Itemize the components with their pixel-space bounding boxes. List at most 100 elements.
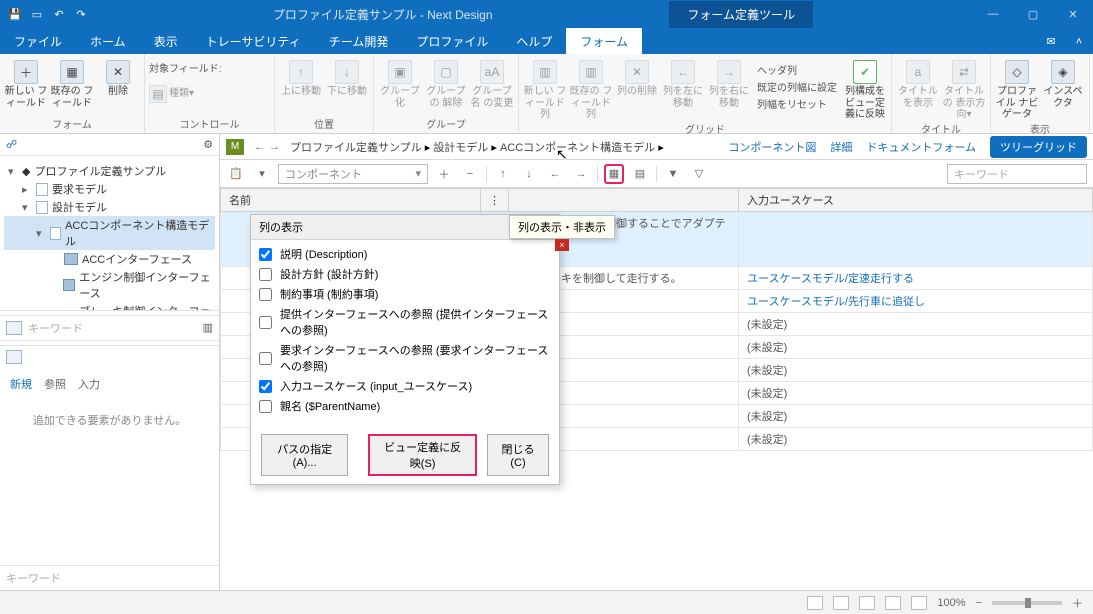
new-icon[interactable]: ▭ <box>28 5 46 23</box>
panel-icon[interactable] <box>6 321 22 335</box>
tree-node[interactable]: ▾設計モデル <box>4 198 215 216</box>
columns-toggle-button[interactable]: ▦ <box>604 164 624 184</box>
close-popup-button[interactable]: 閉じる(C) <box>487 434 549 476</box>
column-toggle-row[interactable]: 入力ユースケース (input_ユースケース) <box>259 376 553 396</box>
tree-node[interactable]: ACCインターフェース <box>4 250 215 268</box>
group-button[interactable]: ▣グループ化 <box>378 60 422 109</box>
crumb-item[interactable]: プロファイル定義サンプル <box>290 142 422 154</box>
reset-width-button[interactable]: 列幅をリセット <box>757 96 837 111</box>
gear-icon[interactable]: ⚙ <box>203 138 213 151</box>
tab-team[interactable]: チーム開発 <box>315 28 403 54</box>
tree-node[interactable]: エンジン制御インターフェース <box>4 268 215 302</box>
back-icon[interactable]: ← <box>545 164 565 184</box>
delete-col-button[interactable]: ✕列の削除 <box>615 60 659 98</box>
title-dir-button[interactable]: ⇄タイトルの 表示方向▾ <box>942 60 986 121</box>
keyword-field[interactable]: キーワード <box>6 570 213 586</box>
tree-node-selected[interactable]: ▾ACCコンポーネント構造モデル <box>4 216 215 250</box>
default-width-button[interactable]: 既定の列幅に設定 <box>757 79 837 94</box>
view-link[interactable]: コンポーネント図 <box>728 139 816 155</box>
col-left-button[interactable]: ←列を左に移動 <box>661 60 705 109</box>
view-mode-icon[interactable] <box>859 596 875 610</box>
tree-grid[interactable]: 名前 ⋮ 入力ユースケース とブレーキを統合制御することでアダプティブ・する。 … <box>220 188 1093 590</box>
redo-icon[interactable]: ↷ <box>72 5 90 23</box>
clipboard-icon[interactable]: 📋 <box>226 164 246 184</box>
chevron-down-icon[interactable]: ▾ <box>252 164 272 184</box>
col-header[interactable]: 入力ユースケース <box>739 189 1093 212</box>
up-icon[interactable]: ↑ <box>493 164 513 184</box>
new-field-button[interactable]: ＋新しい フィールド <box>4 60 48 109</box>
clear-filter-icon[interactable]: ▽ <box>689 164 709 184</box>
link-icon[interactable]: ☍ <box>6 138 17 151</box>
col-options-button[interactable]: ⋮ <box>481 189 509 212</box>
column-toggle-row[interactable]: 制約事項 (制約事項) <box>259 284 553 304</box>
col-header[interactable]: 名前 <box>221 189 481 212</box>
column-toggle-row[interactable]: 提供インターフェースへの参照 (提供インターフェースへの参照) <box>259 304 553 340</box>
move-down-button[interactable]: ↓下に移動 <box>325 60 369 98</box>
maximize-button[interactable]: ▢ <box>1013 0 1053 28</box>
layout-icon[interactable]: ▤ <box>630 164 650 184</box>
apply-to-viewdef-button[interactable]: ✔列構成を ビュー定義に反映 <box>843 60 887 121</box>
tab-home[interactable]: ホーム <box>76 28 140 54</box>
tab-help[interactable]: ヘルプ <box>502 28 566 54</box>
ungroup-button[interactable]: ▢グループの 解除 <box>424 60 468 109</box>
close-button[interactable]: ✕ <box>1053 0 1093 28</box>
message-icon[interactable]: ✉ <box>1037 28 1065 54</box>
chevron-up-icon[interactable]: ˄ <box>1065 29 1093 55</box>
usecase-link[interactable]: ユースケースモデル/先行車に追従し <box>747 296 925 308</box>
apply-viewdef-button[interactable]: ビュー定義に反映(S) <box>368 434 477 476</box>
new-col-button[interactable]: ▥新しい フィールド列 <box>523 60 567 121</box>
toggle-checkbox[interactable] <box>259 288 272 301</box>
specify-path-button[interactable]: パスの指定(A)... <box>261 434 348 476</box>
model-tree[interactable]: ▾◆プロファイル定義サンプル ▸要求モデル ▾設計モデル ▾ACCコンポーネント… <box>0 156 219 310</box>
toggle-checkbox[interactable] <box>259 352 272 365</box>
zoom-out-icon[interactable]: − <box>976 597 982 609</box>
back-icon[interactable]: ← <box>254 141 265 153</box>
existing-field-button[interactable]: ▦既存の フィールド <box>50 60 94 109</box>
fwd-icon[interactable]: → <box>269 141 280 153</box>
tab-view[interactable]: 表示 <box>140 28 192 54</box>
tab-input[interactable]: 入力 <box>78 376 100 392</box>
column-toggle-row[interactable]: 説明 (Description) <box>259 244 553 264</box>
col-header[interactable] <box>509 189 739 212</box>
tab-file[interactable]: ファイル <box>0 28 76 54</box>
tree-root[interactable]: ▾◆プロファイル定義サンプル <box>4 162 215 180</box>
toggle-checkbox[interactable] <box>259 268 272 281</box>
tab-trace[interactable]: トレーサビリティ <box>192 28 315 54</box>
save-icon[interactable]: 💾 <box>6 5 24 23</box>
search-input[interactable]: キーワード <box>947 164 1087 184</box>
toggle-checkbox[interactable] <box>259 316 272 329</box>
tree-node[interactable]: ▸要求モデル <box>4 180 215 198</box>
inspector-button[interactable]: ◈インスペクタ <box>1041 60 1085 109</box>
toggle-checkbox[interactable] <box>259 380 272 393</box>
view-mode-icon[interactable] <box>807 596 823 610</box>
profile-nav-button[interactable]: ◇プロファイル ナビゲータ <box>995 60 1039 121</box>
down-icon[interactable]: ↓ <box>519 164 539 184</box>
context-tab[interactable]: フォーム定義ツール <box>669 1 813 28</box>
crumb-item[interactable]: ACCコンポーネント構造モデル <box>500 142 655 154</box>
keyword-field[interactable]: キーワード <box>28 320 197 336</box>
move-up-button[interactable]: ↑上に移動 <box>279 60 323 98</box>
fwd-icon[interactable]: → <box>571 164 591 184</box>
tab-ref[interactable]: 参照 <box>44 376 66 392</box>
col-right-button[interactable]: →列を右に移動 <box>707 60 751 109</box>
view-pill[interactable]: ツリーグリッド <box>990 136 1087 158</box>
panel-icon[interactable] <box>6 350 22 364</box>
column-toggle-row[interactable]: 親名 ($ParentName) <box>259 396 553 416</box>
view-link[interactable]: ドキュメントフォーム <box>866 139 976 155</box>
existing-col-button[interactable]: ▥既存の フィールド列 <box>569 60 613 121</box>
tab-new[interactable]: 新規 <box>10 376 32 392</box>
rename-group-button[interactable]: aAグループ名 の変更 <box>470 60 514 109</box>
type-combobox[interactable]: コンポーネント▾ <box>278 164 428 184</box>
toggle-checkbox[interactable] <box>259 248 272 261</box>
tab-form[interactable]: フォーム <box>566 28 642 54</box>
column-toggle-row[interactable]: 要求インターフェースへの参照 (要求インターフェースへの参照) <box>259 340 553 376</box>
minimize-button[interactable]: — <box>973 0 1013 28</box>
undo-icon[interactable]: ↶ <box>50 5 68 23</box>
header-col-button[interactable]: ヘッダ列 <box>757 62 837 77</box>
delete-button[interactable]: ✕削除 <box>96 60 140 98</box>
type-dropdown[interactable]: ▤種類▾ <box>149 85 194 103</box>
show-title-button[interactable]: aタイトル を表示 <box>896 60 940 109</box>
tree-node[interactable]: ブレーキ制御インターフェース <box>4 302 215 310</box>
view-link[interactable]: 詳細 <box>830 139 852 155</box>
split-icon[interactable]: ▥ <box>203 321 213 334</box>
